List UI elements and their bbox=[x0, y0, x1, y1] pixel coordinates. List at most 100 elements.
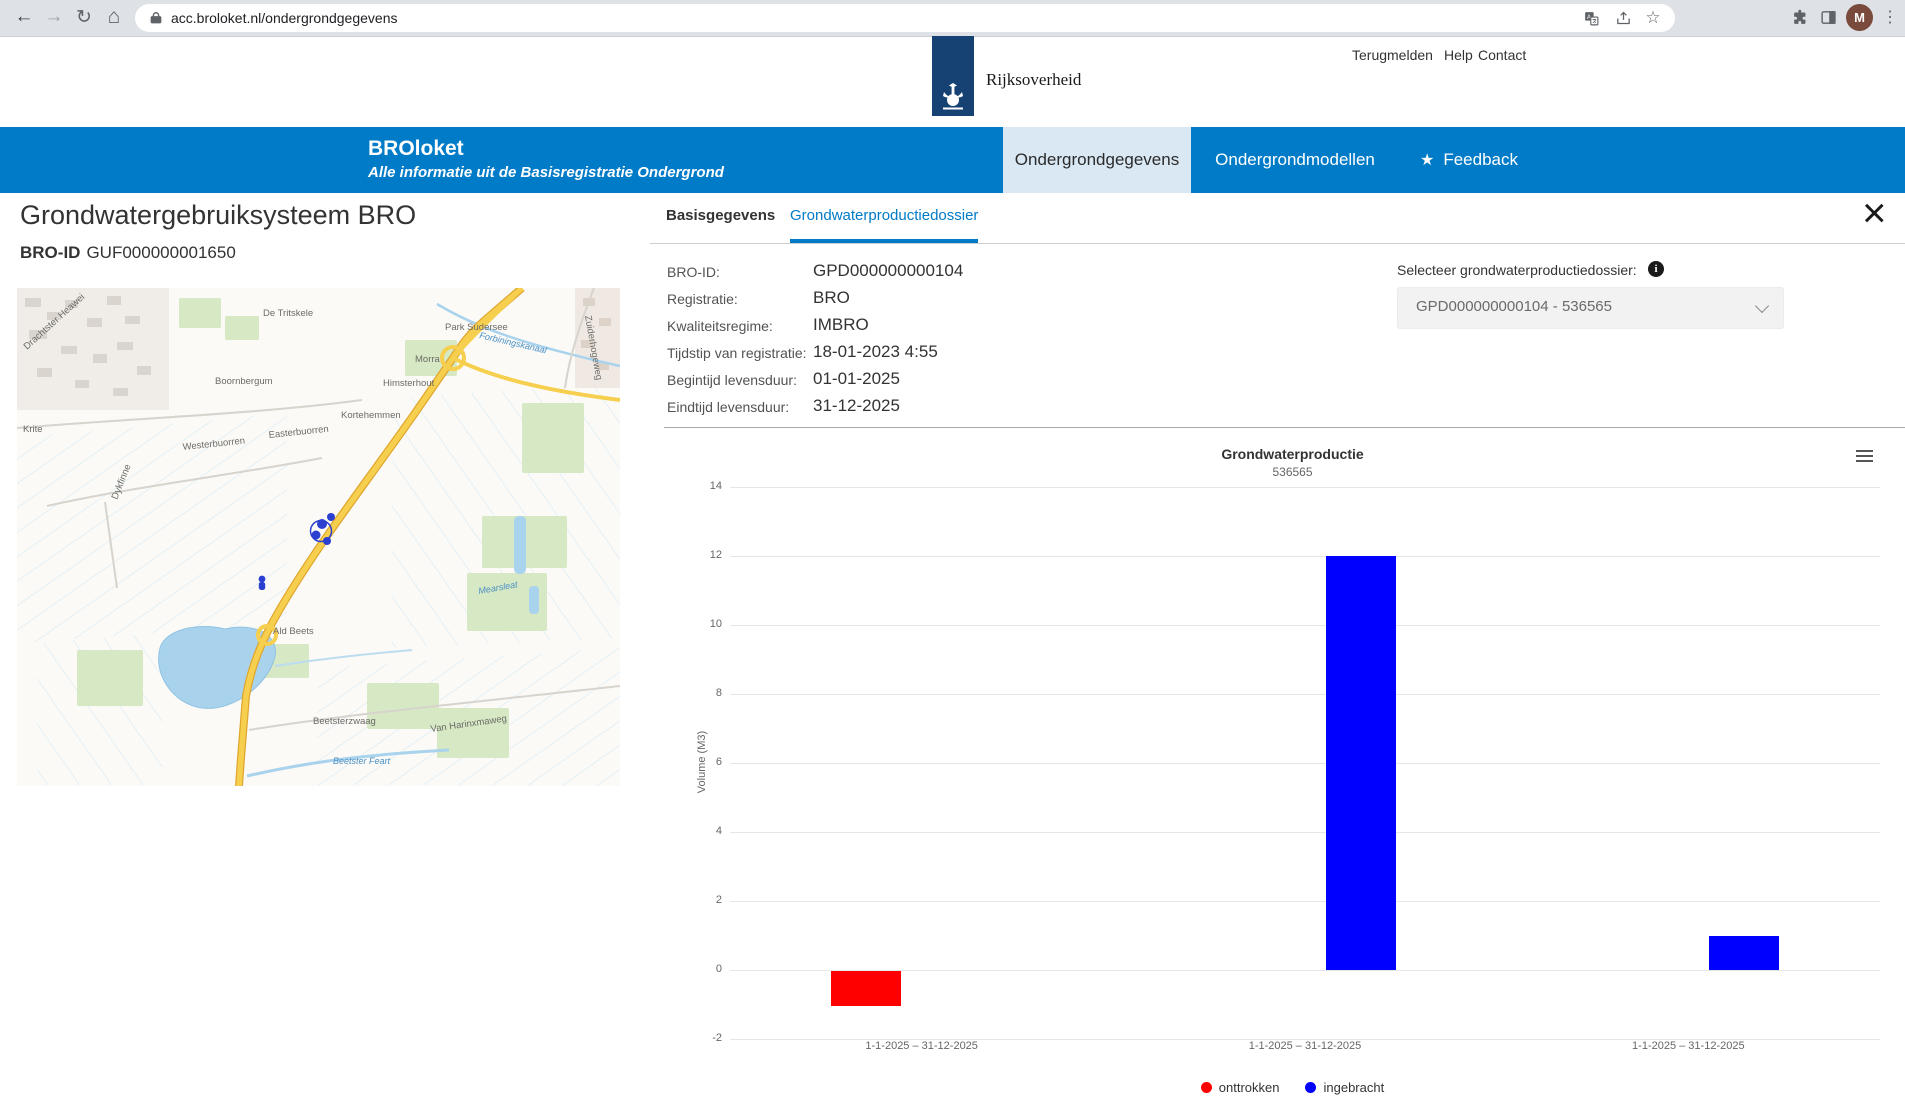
y-tick-label: 6 bbox=[692, 756, 722, 768]
nav-label: Feedback bbox=[1443, 150, 1518, 170]
nav-feedback[interactable]: ★ Feedback bbox=[1400, 127, 1538, 193]
tab-label: Basisgegevens bbox=[666, 207, 775, 224]
dossier-select-label: Selecteer grondwaterproductiedossier: bbox=[1397, 262, 1637, 278]
x-category-label: 1-1-2025 – 31-12-2025 bbox=[1497, 1040, 1880, 1052]
field-label: Eindtijd levensduur: bbox=[667, 399, 789, 415]
reload-icon[interactable]: ↻ bbox=[70, 3, 98, 31]
nav-ondergrondgegevens[interactable]: Ondergrondgegevens bbox=[1003, 127, 1191, 193]
field-value: 31-12-2025 bbox=[813, 396, 900, 416]
profile-avatar[interactable]: M bbox=[1846, 4, 1873, 31]
chart-title: Grondwaterproductie bbox=[680, 446, 1905, 462]
close-icon[interactable]: × bbox=[1862, 192, 1887, 234]
field-label: Registratie: bbox=[667, 291, 738, 307]
link-terugmelden[interactable]: Terugmelden bbox=[1352, 47, 1433, 63]
gridline bbox=[730, 970, 1880, 971]
svg-text:Ald Beets: Ald Beets bbox=[273, 626, 314, 637]
url-bar[interactable]: acc.broloket.nl/ondergrondgegevens A ☆ bbox=[135, 4, 1675, 32]
y-tick-label: -2 bbox=[692, 1032, 722, 1044]
chart-legend: onttrokken ingebracht bbox=[680, 1080, 1905, 1095]
nav-label: Ondergrondgegevens bbox=[1015, 150, 1179, 170]
home-icon[interactable]: ⌂ bbox=[100, 3, 128, 31]
y-tick-label: 10 bbox=[692, 618, 722, 630]
feedback-star-icon: ★ bbox=[1420, 150, 1434, 170]
tab-basisgegevens[interactable]: Basisgegevens bbox=[666, 207, 775, 243]
svg-text:Himsterhout: Himsterhout bbox=[383, 378, 435, 389]
bro-id-line: BRO-ID GUF000000001650 bbox=[20, 243, 236, 263]
y-tick-label: 2 bbox=[692, 894, 722, 906]
main-navbar: BROloket Alle informatie uit de Basisreg… bbox=[0, 127, 1905, 193]
legend-item-onttrokken[interactable]: onttrokken bbox=[1201, 1080, 1280, 1095]
dossier-select[interactable]: GPD000000000104 - 536565 bbox=[1397, 287, 1784, 329]
url-text[interactable]: acc.broloket.nl/ondergrondgegevens bbox=[171, 10, 398, 26]
site-header: Rijksoverheid Terugmelden Help Contact bbox=[0, 37, 1905, 127]
chevron-down-icon bbox=[1755, 299, 1769, 313]
translate-icon[interactable]: A bbox=[1579, 6, 1603, 30]
info-icon[interactable]: i bbox=[1648, 261, 1664, 277]
field-value: 01-01-2025 bbox=[813, 369, 900, 389]
page: ← → ↻ ⌂ acc.broloket.nl/ondergrondgegeve… bbox=[0, 0, 1905, 1111]
logo-text: Rijksoverheid bbox=[986, 70, 1081, 90]
kebab-menu-icon[interactable]: ⋮ bbox=[1876, 3, 1904, 31]
map-panel[interactable]: Drachtster Heawei De Tritskele Morra Par… bbox=[17, 288, 620, 786]
field-label: Kwaliteitsregime: bbox=[667, 318, 773, 334]
y-tick-label: 14 bbox=[692, 480, 722, 492]
rijksoverheid-logo[interactable] bbox=[932, 36, 974, 116]
y-tick-label: 12 bbox=[692, 549, 722, 561]
pond bbox=[514, 516, 526, 574]
chart-subtitle: 536565 bbox=[680, 465, 1905, 479]
gridline bbox=[730, 487, 1880, 488]
chart-container: Grondwaterproductie 536565 Volume (M3) o… bbox=[680, 440, 1905, 1110]
gridline bbox=[730, 763, 1880, 764]
bar-ingebracht[interactable] bbox=[1709, 936, 1779, 971]
x-category-label: 1-1-2025 – 31-12-2025 bbox=[730, 1040, 1113, 1052]
svg-text:Park Sudersee: Park Sudersee bbox=[445, 322, 508, 333]
share-icon[interactable] bbox=[1611, 6, 1635, 30]
topo-map[interactable]: Drachtster Heawei De Tritskele Morra Par… bbox=[17, 288, 620, 786]
forward-icon[interactable]: → bbox=[40, 3, 68, 31]
legend-item-ingebracht[interactable]: ingebracht bbox=[1305, 1080, 1384, 1095]
lock-icon bbox=[149, 11, 163, 25]
svg-text:Krite: Krite bbox=[23, 424, 43, 435]
pond bbox=[529, 586, 539, 614]
nav-ondergrondmodellen[interactable]: Ondergrondmodellen bbox=[1200, 127, 1390, 193]
back-icon[interactable]: ← bbox=[10, 3, 38, 31]
bro-id-label: BRO-ID bbox=[20, 243, 80, 262]
nav-label: Ondergrondmodellen bbox=[1215, 150, 1375, 170]
svg-text:Morra: Morra bbox=[415, 354, 441, 365]
brand-block[interactable]: BROloket Alle informatie uit de Basisreg… bbox=[368, 137, 724, 181]
extensions-puzzle-icon[interactable] bbox=[1786, 3, 1814, 31]
gridline bbox=[730, 625, 1880, 626]
gridline bbox=[730, 901, 1880, 902]
separator bbox=[664, 427, 1905, 428]
tab-grondwaterproductiedossier[interactable]: Grondwaterproductiedossier bbox=[790, 207, 978, 243]
bro-id-value: GUF000000001650 bbox=[86, 243, 235, 262]
link-contact[interactable]: Contact bbox=[1478, 47, 1526, 63]
bookmark-star-icon[interactable]: ☆ bbox=[1641, 6, 1665, 30]
x-category-label: 1-1-2025 – 31-12-2025 bbox=[1113, 1040, 1496, 1052]
chart-menu-icon[interactable] bbox=[1856, 450, 1873, 462]
gridline bbox=[730, 832, 1880, 833]
legend-label: ingebracht bbox=[1323, 1080, 1384, 1095]
gridline bbox=[730, 694, 1880, 695]
svg-text:Beetster Feart: Beetster Feart bbox=[333, 756, 391, 766]
link-help[interactable]: Help bbox=[1444, 47, 1473, 63]
field-label: BRO-ID: bbox=[667, 264, 720, 280]
svg-text:Boornbergum: Boornbergum bbox=[215, 376, 273, 387]
field-value: IMBRO bbox=[813, 315, 869, 335]
legend-label: onttrokken bbox=[1219, 1080, 1280, 1095]
field-value: GPD000000000104 bbox=[813, 261, 963, 281]
browser-chrome: ← → ↻ ⌂ acc.broloket.nl/ondergrondgegeve… bbox=[0, 0, 1905, 37]
y-tick-label: 0 bbox=[692, 963, 722, 975]
gridline bbox=[730, 556, 1880, 557]
dossier-select-value: GPD000000000104 - 536565 bbox=[1416, 298, 1612, 315]
page-title: Grondwatergebruiksysteem BRO bbox=[20, 200, 416, 231]
detail-tabbar: Basisgegevens Grondwaterproductiedossier bbox=[650, 207, 1905, 244]
bar-ingebracht[interactable] bbox=[1326, 556, 1396, 970]
field-label: Tijdstip van registratie: bbox=[667, 345, 807, 361]
field-value: BRO bbox=[813, 288, 850, 308]
y-tick-label: 4 bbox=[692, 825, 722, 837]
bar-onttrokken[interactable] bbox=[831, 971, 901, 1006]
svg-text:Kortehemmen: Kortehemmen bbox=[341, 410, 401, 421]
svg-text:Beetsterzwaag: Beetsterzwaag bbox=[313, 716, 376, 727]
side-panel-icon[interactable] bbox=[1814, 3, 1842, 31]
